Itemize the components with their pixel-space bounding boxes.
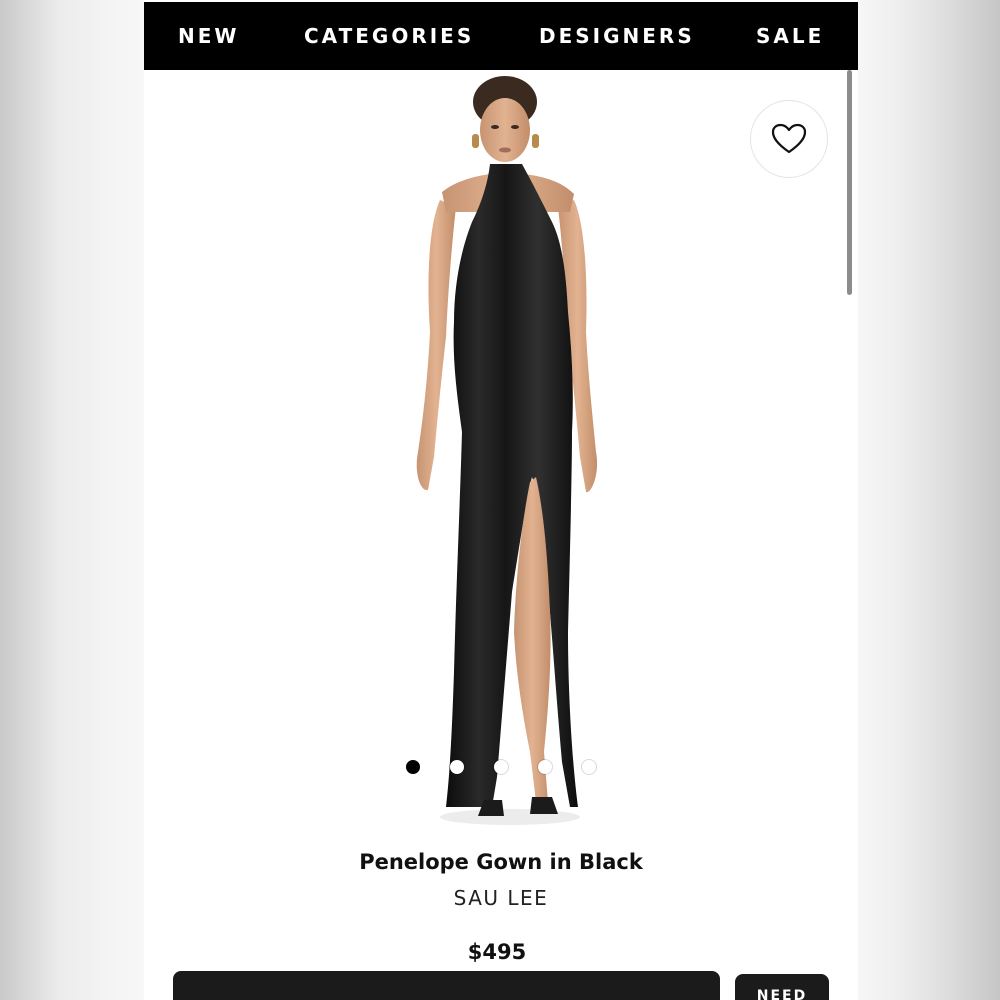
wishlist-button[interactable]	[750, 100, 828, 178]
carousel-dot[interactable]	[450, 760, 464, 774]
carousel-dot[interactable]	[406, 760, 420, 774]
product-image[interactable]	[402, 72, 612, 840]
brand-name[interactable]: SAU LEE	[144, 886, 858, 910]
product-price: $495	[467, 940, 527, 964]
scrollbar[interactable]	[847, 70, 852, 295]
carousel-dot[interactable]	[494, 760, 508, 774]
carousel-dot[interactable]	[538, 760, 552, 774]
product-name: Penelope Gown in Black	[359, 850, 643, 874]
top-navigation: NEW CATEGORIES DESIGNERS SALE	[144, 2, 858, 70]
nav-sale[interactable]: SALE	[756, 2, 824, 70]
nav-categories[interactable]: CATEGORIES	[304, 2, 474, 70]
carousel-dot[interactable]	[582, 760, 596, 774]
product-page: NEW CATEGORIES DESIGNERS SALE Penelope G…	[144, 0, 858, 1000]
heart-icon	[771, 123, 807, 154]
add-to-bag-button[interactable]	[173, 971, 720, 1000]
need-help-button[interactable]: NEED	[735, 974, 829, 1000]
nav-designers[interactable]: DESIGNERS	[539, 2, 695, 70]
nav-new[interactable]: NEW	[178, 2, 239, 70]
